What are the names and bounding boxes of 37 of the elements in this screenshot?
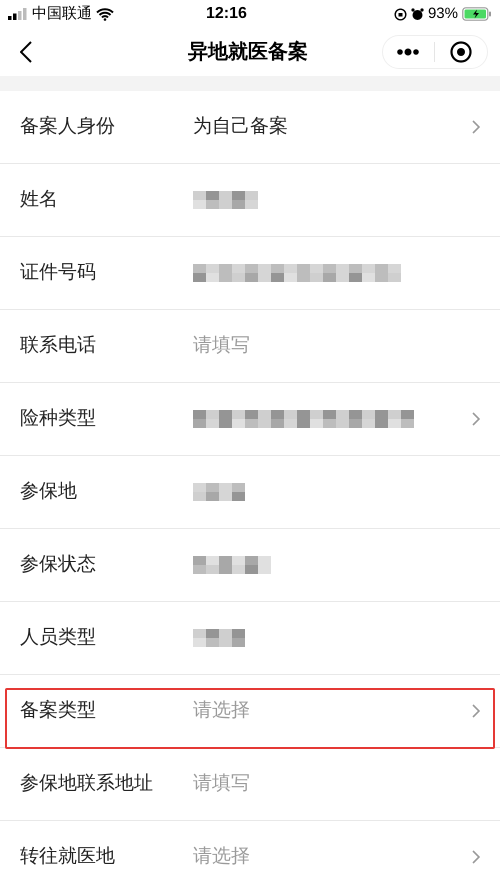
field-label: 人员类型	[20, 626, 97, 650]
form-row[interactable]: 备案人身份 为自己备案	[0, 91, 500, 164]
field-label: 联系电话	[20, 334, 97, 358]
carrier-name: 中国联通	[32, 4, 92, 24]
form-row[interactable]: 参保地联系地址 请填写	[0, 748, 500, 821]
redacted-value	[193, 483, 245, 501]
rotation-lock-icon	[394, 8, 407, 20]
field-label: 参保地联系地址	[20, 772, 154, 796]
page-title: 异地就医备案	[188, 39, 308, 65]
clock-time: 12:16	[206, 4, 247, 24]
form-row[interactable]: 证件号码	[0, 237, 500, 310]
field-label: 参保地	[20, 480, 78, 504]
wifi-icon	[96, 8, 114, 20]
battery-percent: 93%	[428, 4, 458, 24]
back-icon[interactable]	[20, 41, 32, 63]
form-row[interactable]: 参保地	[0, 456, 500, 529]
more-icon[interactable]	[396, 48, 420, 56]
form-row[interactable]: 参保状态	[0, 529, 500, 602]
form-row[interactable]: 人员类型	[0, 602, 500, 675]
field-label: 证件号码	[20, 260, 97, 285]
signal-icon	[8, 8, 28, 20]
field-label: 参保状态	[20, 552, 97, 577]
form-row[interactable]: 险种类型	[0, 383, 500, 456]
field-label: 转往就医地	[20, 844, 116, 869]
close-target-icon[interactable]	[450, 41, 472, 63]
field-value: 为自己备案	[193, 114, 288, 139]
field-label: 险种类型	[20, 406, 97, 431]
field-label: 姓名	[20, 188, 59, 212]
redacted-value	[193, 629, 245, 647]
field-label: 备案人身份	[20, 114, 116, 139]
form-row[interactable]: 转往就医地 请选择	[0, 821, 500, 889]
alarm-clock-icon	[410, 8, 424, 20]
form-row[interactable]: 备案类型 请选择	[0, 675, 500, 748]
form-row[interactable]: 姓名	[0, 164, 500, 237]
form-row[interactable]: 联系电话 请填写	[0, 310, 500, 383]
field-label: 备案类型	[20, 698, 97, 723]
redacted-value	[193, 191, 258, 209]
